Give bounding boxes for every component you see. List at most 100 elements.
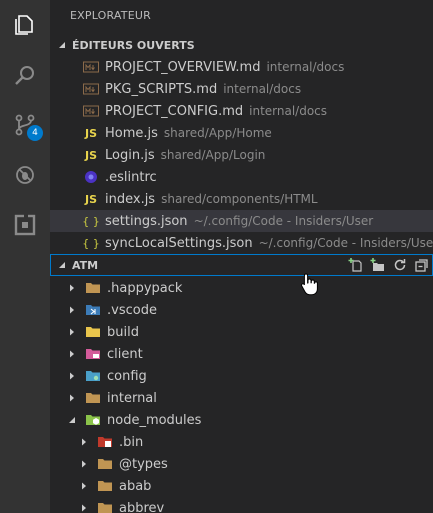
explorer-sidebar: EXPLORATEUR ÉDITEURS OUVERTS PROJECT_OVE…: [50, 0, 433, 513]
collapse-all-button[interactable]: [411, 254, 433, 276]
bin-folder-icon: [97, 434, 113, 450]
eslint-icon: [83, 169, 99, 185]
open-editor-item[interactable]: JS Home.js shared/App/Home: [50, 122, 433, 144]
tree-item[interactable]: abab: [50, 475, 433, 497]
open-editor-item[interactable]: { } settings.json ~/.config/Code - Insider…: [50, 210, 433, 232]
open-editor-item[interactable]: PROJECT_OVERVIEW.md internal/docs: [50, 56, 433, 78]
chevron-down-icon[interactable]: [67, 416, 77, 424]
file-path: internal/docs: [223, 82, 302, 96]
extensions-button[interactable]: [0, 200, 50, 250]
tree-item[interactable]: .bin: [50, 431, 433, 453]
file-name: .eslintrc: [105, 169, 157, 185]
chevron-right-icon[interactable]: [67, 306, 77, 314]
chevron-right-icon[interactable]: [67, 328, 77, 336]
source-control-badge: 4: [27, 125, 43, 141]
file-name: index.js: [105, 191, 156, 207]
folder-name: client: [107, 346, 143, 362]
file-name: PROJECT_OVERVIEW.md: [105, 59, 261, 75]
chevron-down-icon: [58, 41, 66, 49]
open-editors-title: ÉDITEURS OUVERTS: [72, 38, 195, 52]
tree-item[interactable]: .vscode: [50, 299, 433, 321]
client-folder-icon: [85, 346, 101, 362]
atm-title: ATM: [72, 258, 99, 272]
folder-icon: [85, 390, 101, 406]
tree-item[interactable]: .happypack: [50, 277, 433, 299]
folder-icon: [97, 456, 113, 472]
open-editor-item[interactable]: { } syncLocalSettings.json ~/.config/Code …: [50, 232, 433, 254]
open-editors-header[interactable]: ÉDITEURS OUVERTS: [50, 34, 433, 56]
file-name: PROJECT_CONFIG.md: [105, 103, 244, 119]
chevron-right-icon[interactable]: [67, 350, 77, 358]
folder-name: @types: [119, 456, 168, 472]
tree-item[interactable]: build: [50, 321, 433, 343]
open-editor-item[interactable]: JS index.js shared/components/HTML: [50, 188, 433, 210]
folder-name: abab: [119, 478, 152, 494]
folder-name: internal: [107, 390, 157, 406]
hand-cursor-icon: [301, 273, 318, 296]
file-path: internal/docs: [249, 104, 328, 118]
tree-item[interactable]: internal: [50, 387, 433, 409]
debug-button[interactable]: [0, 150, 50, 200]
json-icon: { }: [82, 236, 100, 250]
config-folder-icon: [85, 368, 101, 384]
activity-bar: 4: [0, 0, 50, 513]
new-folder-icon: [370, 258, 384, 271]
folder-name: config: [107, 368, 147, 384]
file-path: shared/components/HTML: [161, 192, 318, 206]
chevron-right-icon[interactable]: [67, 284, 77, 292]
tree-item[interactable]: abbrev: [50, 497, 433, 513]
file-path: shared/App/Login: [160, 148, 266, 162]
source-control-button[interactable]: [0, 100, 50, 150]
chevron-right-icon[interactable]: [67, 372, 77, 380]
json-icon: { }: [82, 214, 100, 228]
refresh-button[interactable]: [389, 254, 411, 276]
open-editor-item[interactable]: .eslintrc: [50, 166, 433, 188]
folder-name: build: [107, 324, 139, 340]
file-name: syncLocalSettings.json: [105, 235, 253, 251]
folder-icon: [97, 478, 113, 494]
explorer-icon: [15, 15, 33, 35]
new-file-button[interactable]: [345, 254, 367, 276]
collapse-all-icon: [415, 259, 428, 272]
tree-item[interactable]: config: [50, 365, 433, 387]
chevron-right-icon[interactable]: [79, 438, 89, 446]
atm-header[interactable]: ATM: [50, 254, 433, 276]
file-name: settings.json: [105, 213, 188, 229]
vscode-folder-icon: [85, 302, 101, 318]
build-folder-icon: [85, 324, 101, 340]
chevron-right-icon[interactable]: [79, 504, 89, 512]
chevron-right-icon[interactable]: [79, 482, 89, 490]
folder-icon: [85, 280, 101, 296]
folder-name: .happypack: [107, 280, 183, 296]
tree-item[interactable]: @types: [50, 453, 433, 475]
folder-name: abbrev: [119, 500, 165, 513]
extensions-icon: [14, 214, 36, 236]
chevron-down-icon: [58, 261, 66, 269]
search-button[interactable]: [0, 50, 50, 100]
tree-item[interactable]: node_modules: [50, 409, 433, 431]
open-editor-item[interactable]: PROJECT_CONFIG.md internal/docs: [50, 100, 433, 122]
new-folder-button[interactable]: [367, 254, 389, 276]
file-path: ~/.config/Code - Insiders/User: [193, 214, 374, 228]
chevron-right-icon[interactable]: [67, 394, 77, 402]
file-name: PKG_SCRIPTS.md: [105, 81, 218, 97]
explorer-button[interactable]: [0, 0, 50, 50]
file-name: Home.js: [105, 125, 158, 141]
js-icon: JS: [84, 192, 97, 206]
tree-item[interactable]: client: [50, 343, 433, 365]
chevron-right-icon[interactable]: [79, 460, 89, 468]
folder-name: node_modules: [107, 412, 202, 428]
folder-icon: [97, 500, 113, 513]
folder-name: .vscode: [107, 302, 157, 318]
open-editor-item[interactable]: PKG_SCRIPTS.md internal/docs: [50, 78, 433, 100]
file-path: shared/App/Home: [163, 126, 272, 140]
file-name: Login.js: [105, 147, 155, 163]
new-file-icon: [348, 258, 362, 272]
atm-actions: [345, 254, 433, 276]
file-path: ~/.config/Code - Insiders/User: [258, 236, 433, 250]
search-icon: [15, 66, 34, 85]
js-icon: JS: [84, 148, 97, 162]
folder-name: .bin: [119, 434, 144, 450]
open-editor-item[interactable]: JS Login.js shared/App/Login: [50, 144, 433, 166]
debug-icon: [16, 166, 34, 184]
